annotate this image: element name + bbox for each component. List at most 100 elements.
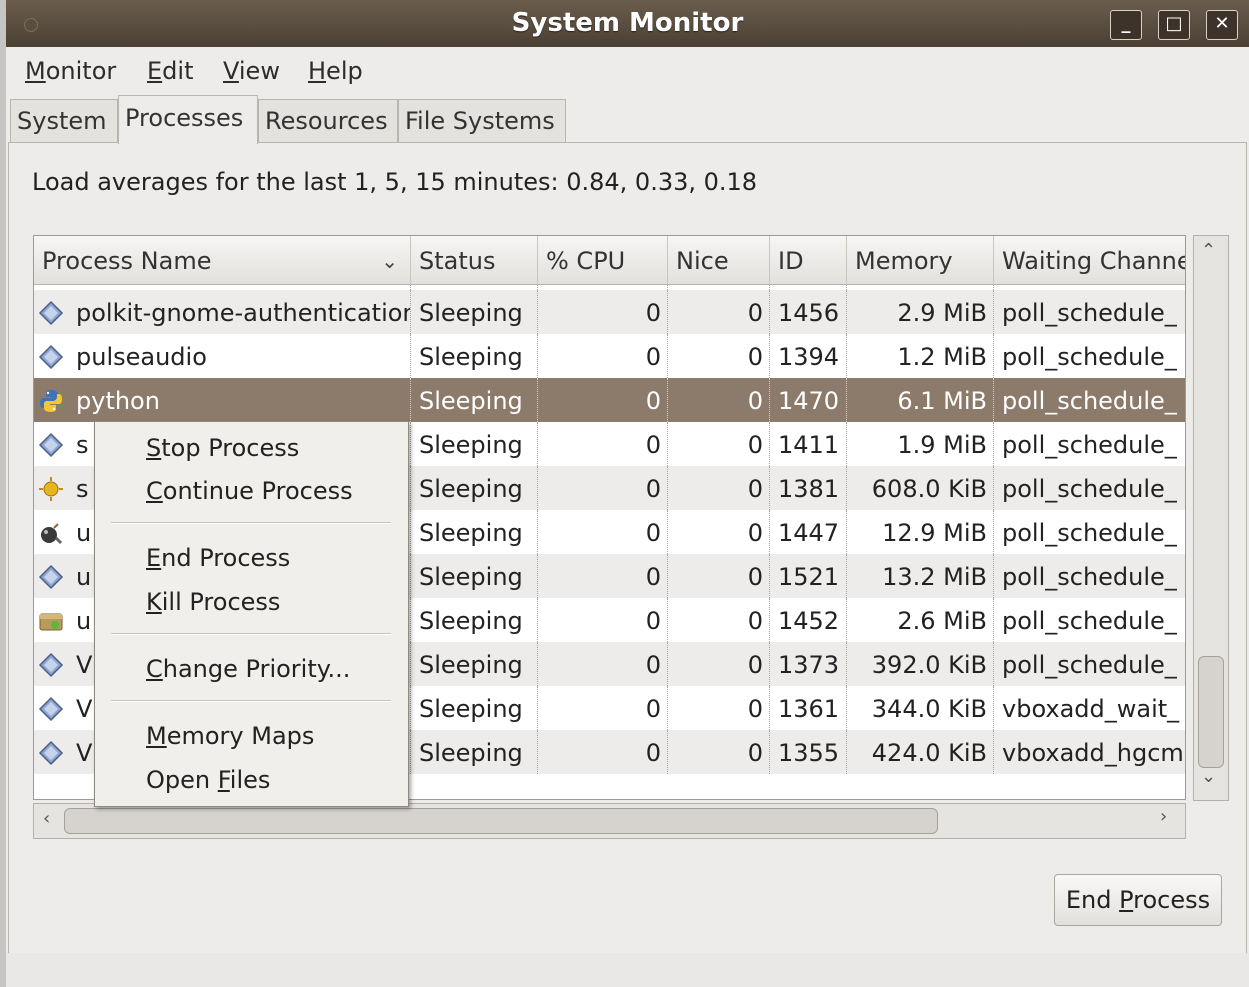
cell-nice: 0 [668,422,770,466]
menu-item-open-files[interactable]: Open Files [146,766,270,794]
close-icon[interactable]: ✕ [1206,10,1238,40]
cell-status: Sleeping [411,598,538,642]
menu-separator [111,700,391,702]
bomb-icon [38,520,64,546]
load-averages-label: Load averages for the last 1, 5, 15 minu… [32,168,758,196]
diamond-icon [38,432,64,458]
cell-memory: 2.9 MiB [847,290,994,334]
cell-nice: 0 [668,334,770,378]
tab-resources[interactable]: Resources [258,99,398,142]
window-title: System Monitor [511,8,744,38]
vertical-scroll-thumb[interactable] [1198,656,1224,768]
column-header-process-name[interactable]: Process Name ⌄ [34,236,411,284]
table-row-selected[interactable]: python Sleeping 0 0 1470 6.1 MiB poll_schedule… [34,378,1185,422]
cell-memory: 13.2 MiB [847,554,994,598]
horizontal-scrollbar[interactable]: ‹ › [33,803,1186,839]
diamond-icon [38,564,64,590]
status-bar [6,953,1249,987]
cell-wchan: poll_schedule_ [1002,431,1177,459]
cell-nice: 0 [668,510,770,554]
cell-memory: 2.6 MiB [847,598,994,642]
cell-cpu: 0 [538,378,668,422]
column-header-waiting-channel[interactable]: Waiting Channe [994,236,1185,284]
cell-memory: 424.0 KiB [847,730,994,774]
menu-item-continue-process[interactable]: Continue Process [146,477,353,505]
tab-processes[interactable]: Processes [118,95,258,144]
cell-cpu: 0 [538,598,668,642]
package-icon [38,608,64,634]
scroll-right-icon[interactable]: › [1160,806,1167,827]
cell-status: Sleeping [411,686,538,730]
table-row[interactable]: polkit-gnome-authentication-agent-1Sleep… [34,290,1185,334]
cell-wchan: poll_schedule_ [1002,651,1177,679]
cell-wchan: poll_schedule_ [1002,387,1177,415]
cell-nice: 0 [668,290,770,334]
cell-id: 1355 [770,730,847,774]
cell-nice: 0 [668,466,770,510]
cell-memory: 392.0 KiB [847,642,994,686]
minimize-icon[interactable]: _ [1110,10,1142,40]
cell-id: 1456 [770,290,847,334]
column-header-nice[interactable]: Nice [668,236,770,284]
tab-system[interactable]: System [10,99,118,142]
cell-id: 1361 [770,686,847,730]
cell-wchan: poll_schedule_ [1002,343,1177,371]
cell-name: polkit-gnome-authentication-agent-1 [34,290,411,334]
cell-status: Sleeping [411,510,538,554]
scroll-up-icon[interactable]: ⌃ [1201,240,1216,261]
cell-nice: 0 [668,686,770,730]
end-process-button[interactable]: End Process [1054,874,1222,926]
cell-status: Sleeping [411,730,538,774]
table-row[interactable]: pulseaudio Sleeping 0 0 1394 1.2 MiB poll_sche… [34,334,1185,378]
cell-status: Sleeping [411,290,538,334]
tab-file-systems[interactable]: File Systems [398,99,566,142]
column-header-status[interactable]: Status [411,236,538,284]
menu-view[interactable]: View [223,57,280,85]
cell-id: 1373 [770,642,847,686]
vertical-scrollbar[interactable]: ⌃ ⌄ [1193,235,1229,801]
title-bar[interactable]: System Monitor _ □ ✕ [6,0,1249,47]
menu-separator [111,522,391,524]
menu-help[interactable]: Help [308,57,363,85]
menu-bar: Monitor Edit View Help [6,47,1249,95]
cell-memory: 344.0 KiB [847,686,994,730]
menu-item-end-process[interactable]: End Process [146,544,290,572]
diamond-icon [38,344,64,370]
cell-nice: 0 [668,378,770,422]
menu-item-change-priority[interactable]: Change Priority... [146,655,350,683]
menu-monitor[interactable]: Monitor [25,57,116,85]
menu-item-kill-process[interactable]: Kill Process [146,588,280,616]
cell-status: Sleeping [411,642,538,686]
cell-cpu: 0 [538,334,668,378]
cell-status: Sleeping [411,554,538,598]
column-header-cpu[interactable]: % CPU [538,236,668,284]
cell-cpu: 0 [538,422,668,466]
cell-id: 1411 [770,422,847,466]
cell-id: 1447 [770,510,847,554]
horizontal-scroll-thumb[interactable] [64,808,938,834]
cell-cpu: 0 [538,730,668,774]
column-header-memory[interactable]: Memory [847,236,994,284]
cell-nice: 0 [668,598,770,642]
cell-memory: 12.9 MiB [847,510,994,554]
cell-status: Sleeping [411,378,538,422]
cell-id: 1521 [770,554,847,598]
menu-item-stop-process[interactable]: Stop Process [146,434,299,462]
cell-cpu: 0 [538,686,668,730]
menu-item-memory-maps[interactable]: Memory Maps [146,722,314,750]
cell-name: python [34,378,411,422]
diamond-icon [38,300,64,326]
cell-cpu: 0 [538,510,668,554]
column-header-id[interactable]: ID [770,236,847,284]
cell-wchan: poll_schedule_ [1002,299,1177,327]
scroll-left-icon[interactable]: ‹ [43,808,50,829]
sort-descending-icon: ⌄ [381,249,398,273]
cell-id: 1381 [770,466,847,510]
scroll-down-icon[interactable]: ⌄ [1201,766,1216,787]
tab-bar: System Processes Resources File Systems [6,95,1249,144]
maximize-icon[interactable]: □ [1158,10,1190,40]
menu-separator [111,633,391,635]
cell-status: Sleeping [411,334,538,378]
menu-edit[interactable]: Edit [147,57,193,85]
cell-wchan: poll_schedule_ [1002,607,1177,635]
